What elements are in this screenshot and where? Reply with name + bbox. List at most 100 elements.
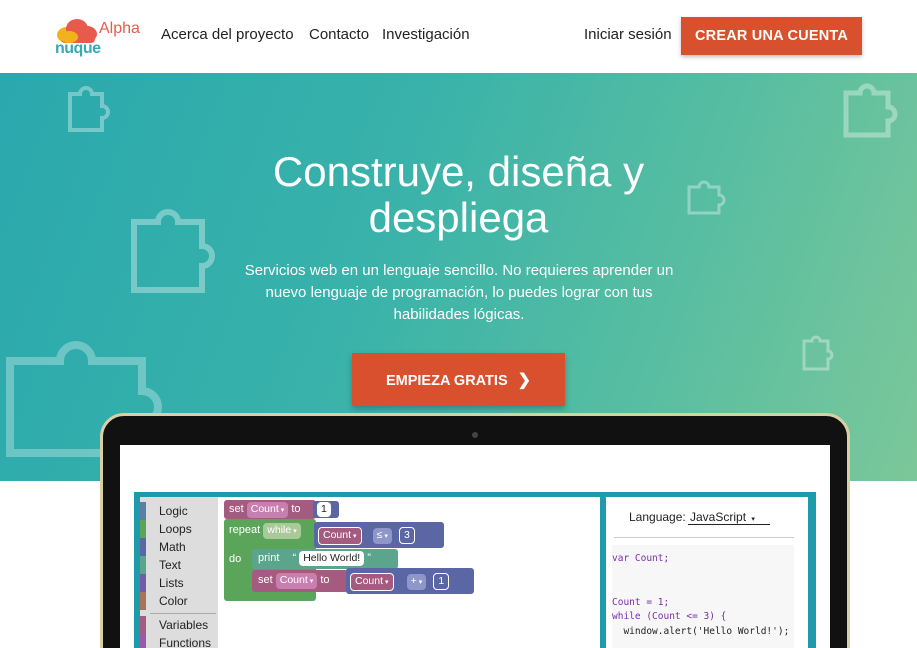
dropdown-arrow-icon: ▾ — [293, 528, 297, 535]
hero-title-line: Construye, diseña y — [272, 148, 645, 195]
code-text: Count = 1; — [612, 596, 670, 608]
language-select[interactable]: JavaScript ▾ — [688, 510, 770, 525]
variable-dropdown[interactable]: Count ▾ — [275, 573, 318, 589]
number-field[interactable]: 1 — [317, 502, 331, 517]
category-swatch — [140, 634, 146, 648]
code-text: while (Count <= 3) { — [612, 611, 727, 622]
do-keyword: do — [229, 553, 242, 565]
language-label: Language: — [629, 510, 686, 524]
increment-number[interactable]: 1 — [433, 573, 450, 590]
set-block[interactable]: set Count ▾ to — [224, 500, 316, 519]
toolbox-item-loops[interactable]: Loops — [140, 520, 218, 538]
dropdown-arrow-icon: ▾ — [309, 578, 314, 585]
code-text: window.alert('Hello World!'); — [612, 625, 790, 637]
to-keyword: to — [291, 503, 301, 515]
hero-subtitle: Servicios web en un lenguaje sencillo. N… — [232, 260, 686, 326]
repeat-header: repeat while ▾ — [229, 523, 301, 539]
category-swatch — [140, 520, 146, 538]
code-line: window.alert('Hello World!'); — [612, 625, 794, 640]
toolbox-label: Variables — [159, 618, 209, 632]
dropdown-arrow-icon: ▾ — [418, 579, 423, 586]
print-block[interactable]: print “ Hello World! ” — [252, 549, 398, 569]
set-keyword: set — [258, 574, 273, 586]
toolbox-item-text[interactable]: Text — [140, 556, 218, 574]
to-keyword: to — [320, 574, 330, 586]
camera-dot — [472, 432, 478, 438]
quote-open: “ — [292, 552, 297, 564]
generated-code: var Count; Count = 1; while (Count <= 3) … — [612, 545, 794, 648]
toolbox-label: Color — [159, 594, 188, 608]
category-swatch — [140, 556, 146, 574]
category-swatch — [140, 538, 146, 556]
variable-dropdown[interactable]: Count ▾ — [318, 527, 362, 545]
code-line: while (Count <= 3) { — [612, 610, 794, 625]
toolbox-item-logic[interactable]: Logic — [140, 502, 218, 520]
nav-link-about[interactable]: Acerca del proyecto — [161, 26, 294, 43]
while-dropdown[interactable]: while ▾ — [263, 523, 301, 539]
toolbox-label: Math — [159, 540, 186, 554]
code-text: var Count; — [612, 553, 670, 564]
variable-name: Count — [355, 575, 384, 587]
toolbox-label: Functions — [159, 636, 212, 648]
number-block[interactable]: 1 — [313, 501, 339, 518]
hero-title: Construye, diseña y despliega — [0, 149, 917, 241]
toolbox-label: Logic — [159, 504, 188, 518]
blocks-workspace[interactable]: set Count ▾ to 1 repeat while ▾ do Count ▾ … — [218, 497, 600, 648]
compare-block[interactable]: Count ▾ ≤ ▾ 3 — [314, 522, 444, 548]
logo[interactable]: nuque Alpha — [55, 18, 145, 60]
toolbox-item-lists[interactable]: Lists — [140, 574, 218, 592]
login-link[interactable]: Iniciar sesión — [584, 26, 672, 43]
puzzle-icon — [843, 83, 898, 138]
toolbox-item-math[interactable]: Math — [140, 538, 218, 556]
laptop-screen: Logic Loops Math Text Lists Color Variab… — [120, 445, 830, 648]
hero-subtitle-line: habilidades lógicas. — [393, 306, 525, 323]
hero-subtitle-line: Servicios web en un lenguaje sencillo. N… — [244, 262, 674, 279]
category-swatch — [140, 616, 146, 634]
variable-dropdown[interactable]: Count ▾ — [246, 502, 289, 518]
language-value: JavaScript — [690, 510, 747, 524]
category-swatch — [140, 592, 146, 610]
dropdown-arrow-icon: ▾ — [353, 533, 357, 540]
toolbox-item-color[interactable]: Color — [140, 592, 218, 610]
start-free-label: EMPIEZA GRATIS — [385, 372, 508, 389]
variable-dropdown[interactable]: Count ▾ — [350, 573, 394, 591]
nav-link-contact[interactable]: Contacto — [309, 26, 369, 43]
create-account-button[interactable]: CREAR UNA CUENTA — [681, 17, 862, 55]
while-keyword: while — [267, 524, 292, 536]
compare-operator[interactable]: ≤ ▾ — [372, 528, 392, 544]
start-free-button[interactable]: EMPIEZA GRATIS ❯ — [352, 353, 565, 406]
operator-symbol: + — [410, 575, 417, 587]
quote-close: ” — [367, 552, 371, 564]
toolbox: Logic Loops Math Text Lists Color Variab… — [140, 497, 218, 648]
chevron-right-icon: ❯ — [517, 371, 532, 389]
toolbox-label: Lists — [159, 576, 184, 590]
dropdown-arrow-icon: ▾ — [385, 579, 389, 586]
set-keyword: set — [229, 503, 244, 515]
toolbox-item-functions[interactable]: Functions — [140, 634, 218, 648]
limit-number[interactable]: 3 — [398, 527, 415, 544]
nav-link-research[interactable]: Investigación — [382, 26, 470, 43]
operator-symbol: ≤ — [376, 529, 383, 541]
variable-name: Count — [279, 574, 308, 586]
message-field[interactable]: Hello World! — [299, 551, 365, 566]
toolbox-item-variables[interactable]: Variables — [140, 616, 218, 634]
dropdown-arrow-icon: ▾ — [751, 516, 755, 523]
alpha-badge: Alpha — [99, 20, 140, 37]
blockly-editor: Logic Loops Math Text Lists Color Variab… — [134, 492, 816, 648]
code-divider — [614, 537, 794, 538]
arithmetic-block[interactable]: Count ▾ + ▾ 1 — [346, 568, 474, 594]
puzzle-icon — [68, 86, 110, 132]
dropdown-arrow-icon: ▾ — [280, 507, 285, 514]
variable-name: Count — [250, 503, 279, 515]
code-line: var Count; — [612, 552, 794, 567]
print-keyword: print — [258, 552, 280, 564]
code-panel: Language: JavaScript ▾ var Count; Count … — [606, 497, 808, 648]
logo-text: nuque — [55, 40, 101, 57]
arithmetic-operator[interactable]: + ▾ — [406, 574, 427, 590]
navbar: nuque Alpha Acerca del proyecto Contacto… — [0, 0, 917, 73]
code-line: Count = 1; — [612, 596, 794, 611]
category-swatch — [140, 502, 146, 520]
set-increment-block[interactable]: set Count ▾ to — [252, 570, 348, 592]
toolbox-label: Text — [159, 558, 182, 572]
